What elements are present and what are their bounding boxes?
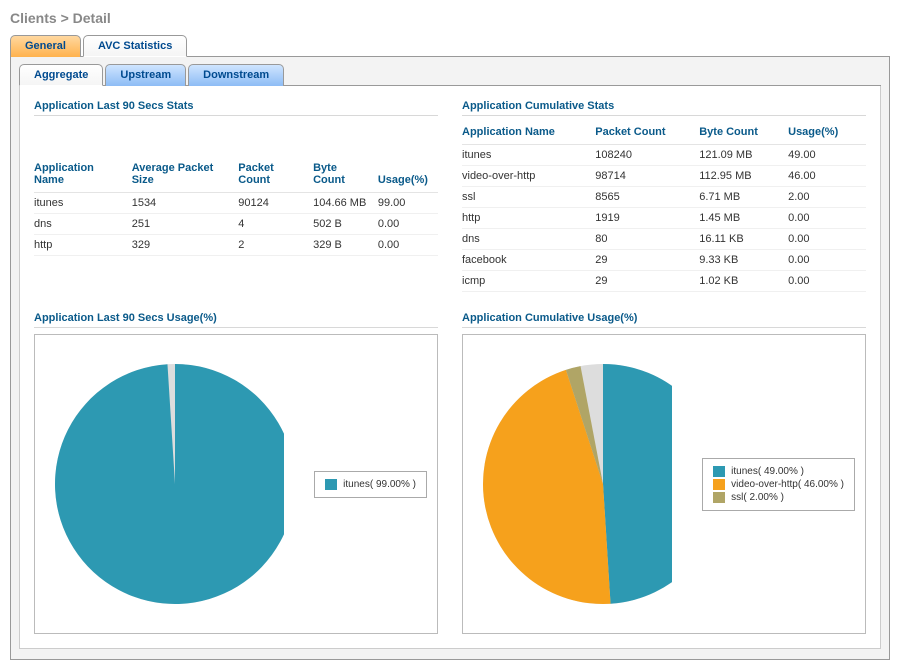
legend-swatch	[713, 479, 725, 490]
cell: facebook	[462, 250, 595, 271]
cell: ssl	[462, 187, 595, 208]
cell: dns	[34, 214, 132, 235]
legend-label: video-over-http( 46.00% )	[731, 479, 844, 490]
section-title-left-table: Application Last 90 Secs Stats	[34, 100, 438, 116]
cell: 4	[238, 214, 313, 235]
table-row: dns8016.11 KB0.00	[462, 229, 866, 250]
column-header: Application Name	[34, 156, 132, 193]
cell: 104.66 MB	[313, 193, 378, 214]
cell: 1.45 MB	[699, 208, 788, 229]
secondary-tab-upstream[interactable]: Upstream	[105, 64, 186, 86]
legend-swatch	[713, 492, 725, 503]
legend-swatch	[713, 466, 725, 477]
cell: 1919	[595, 208, 699, 229]
table-row: dns2514502 B0.00	[34, 214, 438, 235]
legend-row: video-over-http( 46.00% )	[713, 478, 844, 491]
primary-tab-general[interactable]: General	[10, 35, 81, 57]
table-row: ssl85656.71 MB2.00	[462, 187, 866, 208]
cell: itunes	[462, 145, 595, 166]
cell: 121.09 MB	[699, 145, 788, 166]
column-header: Usage(%)	[378, 156, 438, 193]
primary-tab-row: GeneralAVC Statistics	[10, 34, 890, 57]
cell: 99.00	[378, 193, 438, 214]
column-header: Application Name	[462, 120, 595, 145]
cell: 46.00	[788, 166, 866, 187]
cell: 29	[595, 271, 699, 292]
cell: 1.02 KB	[699, 271, 788, 292]
secondary-tab-row: AggregateUpstreamDownstream	[19, 63, 881, 86]
chart-legend: itunes( 49.00% ) video-over-http( 46.00% …	[702, 458, 855, 511]
last-90-chart: itunes( 99.00% )	[34, 334, 438, 634]
section-title-right-chart: Application Cumulative Usage(%)	[462, 312, 866, 328]
cell: http	[34, 235, 132, 256]
cell: 6.71 MB	[699, 187, 788, 208]
section-title-left-chart: Application Last 90 Secs Usage(%)	[34, 312, 438, 328]
cell: icmp	[462, 271, 595, 292]
column-header: Byte Count	[699, 120, 788, 145]
cell: 2	[238, 235, 313, 256]
legend-swatch	[325, 479, 337, 490]
pie-slice	[55, 364, 284, 604]
pie-chart	[45, 354, 284, 614]
chart-legend: itunes( 99.00% )	[314, 471, 427, 498]
primary-tab-avc-statistics[interactable]: AVC Statistics	[83, 35, 187, 57]
table-row: itunes153490124104.66 MB99.00	[34, 193, 438, 214]
legend-label: ssl( 2.00% )	[731, 492, 784, 503]
inner-panel: Application Last 90 Secs Stats Applicati…	[19, 86, 881, 649]
cell: http	[462, 208, 595, 229]
cell: 0.00	[788, 250, 866, 271]
cell: 16.11 KB	[699, 229, 788, 250]
cell: 49.00	[788, 145, 866, 166]
cell: 8565	[595, 187, 699, 208]
cell: 502 B	[313, 214, 378, 235]
cell: itunes	[34, 193, 132, 214]
last-90-table: Application NameAverage Packet SizePacke…	[34, 156, 438, 256]
table-row: facebook299.33 KB0.00	[462, 250, 866, 271]
cell: 251	[132, 214, 239, 235]
table-row: http19191.45 MB0.00	[462, 208, 866, 229]
table-row: video-over-http98714112.95 MB46.00	[462, 166, 866, 187]
column-header: Byte Count	[313, 156, 378, 193]
column-header: Packet Count	[238, 156, 313, 193]
outer-panel: AggregateUpstreamDownstream Application …	[10, 57, 890, 660]
column-header: Average Packet Size	[132, 156, 239, 193]
table-row: http3292329 B0.00	[34, 235, 438, 256]
legend-label: itunes( 99.00% )	[343, 479, 416, 490]
cell: 2.00	[788, 187, 866, 208]
cell: 98714	[595, 166, 699, 187]
secondary-tab-aggregate[interactable]: Aggregate	[19, 64, 103, 86]
cell: 9.33 KB	[699, 250, 788, 271]
section-title-right-table: Application Cumulative Stats	[462, 100, 866, 116]
cell: 0.00	[788, 208, 866, 229]
cell: 80	[595, 229, 699, 250]
pie-slice	[603, 364, 672, 604]
table-row: icmp291.02 KB0.00	[462, 271, 866, 292]
cumulative-chart: itunes( 49.00% ) video-over-http( 46.00% …	[462, 334, 866, 634]
column-header: Usage(%)	[788, 120, 866, 145]
table-row: itunes108240121.09 MB49.00	[462, 145, 866, 166]
cell: 0.00	[378, 214, 438, 235]
cell: 0.00	[788, 271, 866, 292]
cell: 112.95 MB	[699, 166, 788, 187]
cell: 108240	[595, 145, 699, 166]
legend-row: ssl( 2.00% )	[713, 491, 844, 504]
cell: 0.00	[378, 235, 438, 256]
cell: 329 B	[313, 235, 378, 256]
cell: 1534	[132, 193, 239, 214]
cell: dns	[462, 229, 595, 250]
secondary-tab-downstream[interactable]: Downstream	[188, 64, 284, 86]
cell: 29	[595, 250, 699, 271]
cumulative-table: Application NamePacket CountByte CountUs…	[462, 120, 866, 292]
cell: 329	[132, 235, 239, 256]
pie-chart	[473, 354, 672, 614]
legend-label: itunes( 49.00% )	[731, 466, 804, 477]
breadcrumb: Clients > Detail	[10, 10, 890, 26]
column-header: Packet Count	[595, 120, 699, 145]
legend-row: itunes( 99.00% )	[325, 478, 416, 491]
legend-row: itunes( 49.00% )	[713, 465, 844, 478]
cell: 90124	[238, 193, 313, 214]
cell: video-over-http	[462, 166, 595, 187]
cell: 0.00	[788, 229, 866, 250]
